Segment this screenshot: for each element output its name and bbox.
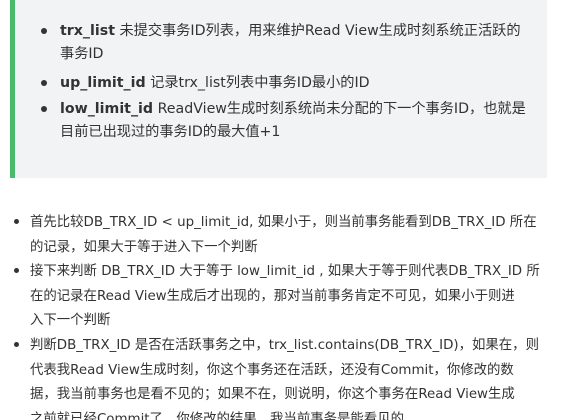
bullet-icon [14, 219, 19, 224]
rule-text: 首先比较DB_TRX_ID < up_limit_id, 如果小于，则当前事务能… [30, 211, 569, 260]
field-text-line2: 目前已出现过的事务ID的最大值+1 [60, 124, 281, 140]
rule-text-line4: 之前就已经Commit了，你修改的结果，我当前事务是能看见的 [30, 411, 404, 420]
field-description: trx_list 未提交事务ID列表，用来维护Read View生成时刻系统正活… [60, 20, 537, 66]
field-term: up_limit_id [60, 75, 146, 91]
field-term: low_limit_id [60, 101, 154, 117]
page: trx_list 未提交事务ID列表，用来维护Read View生成时刻系统正活… [0, 0, 569, 420]
rule-text-line3: 入下一个判断 [30, 313, 111, 328]
rule-text: 接下来判断 DB_TRX_ID 大于等于 low_limit_id , 如果大于… [30, 260, 569, 334]
bullet-icon [14, 342, 19, 347]
bullet-icon [14, 268, 19, 273]
rule-text-line3: 据，我当前事务也是看不见的；如果不在，则说明，你这个事务在Read View生成 [30, 387, 515, 402]
field-description: up_limit_id 记录trx_list列表中事务ID最小的ID [60, 72, 537, 95]
field-text-line2: 事务ID [60, 46, 104, 62]
rule-text-line2: 在的记录在Read View生成后才出现的，那对当前事务肯定不可见，如果小于则进 [30, 288, 515, 304]
bullet-icon [41, 28, 47, 34]
rule-text-line1: 首先比较DB_TRX_ID < up_limit_id, 如果小于，则当前事务能… [30, 215, 537, 230]
field-term: trx_list [60, 23, 115, 39]
rule-text-line1: 判断DB_TRX_ID 是否在活跃事务之中，trx_list.contains(… [30, 338, 539, 353]
field-text-line1: 记录trx_list列表中事务ID最小的ID [145, 75, 370, 91]
field-text-line1: 未提交事务ID列表，用来维护Read View生成时刻系统正活跃的 [114, 23, 521, 39]
field-description: low_limit_id ReadView生成时刻系统尚未分配的下一个事务ID，… [60, 98, 537, 144]
bullet-icon [41, 80, 47, 86]
rule-text-line2: 代表我Read View生成时刻，你这个事务还在活跃，还没有Commit，你修改… [30, 362, 514, 378]
bullet-icon [41, 106, 47, 112]
field-text-line1: ReadView生成时刻系统尚未分配的下一个事务ID，也就是 [153, 101, 526, 117]
rule-text-line2: 的记录，如果大于等于进入下一个判断 [30, 239, 258, 255]
rule-text-line1: 接下来判断 DB_TRX_ID 大于等于 low_limit_id , 如果大于… [30, 264, 540, 279]
read-view-callout: trx_list 未提交事务ID列表，用来维护Read View生成时刻系统正活… [10, 0, 547, 178]
rule-text: 判断DB_TRX_ID 是否在活跃事务之中，trx_list.contains(… [30, 334, 569, 420]
